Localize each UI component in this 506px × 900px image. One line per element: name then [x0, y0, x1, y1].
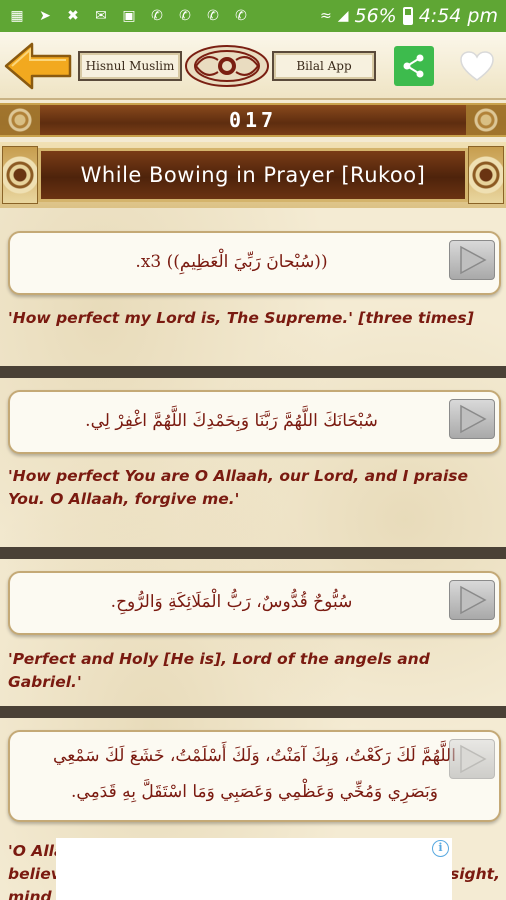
- favorite-button[interactable]: [457, 48, 497, 84]
- play-icon: [460, 404, 487, 434]
- whatsapp-icon: ✆: [207, 8, 219, 24]
- whatsapp-icon: ✆: [179, 8, 191, 24]
- ornament-icon: [2, 146, 38, 204]
- share-button[interactable]: [394, 46, 434, 86]
- dua-card: اللَّهُمَّ لَكَ رَكَعْتُ، وَبِكَ آمَنْتُ…: [8, 730, 501, 822]
- divider: [0, 547, 506, 559]
- message-icon: ▦: [10, 8, 24, 24]
- translation-text: sight,: [450, 863, 500, 886]
- status-bar: ▦ ➤ ✖ ✉ ▣ ✆ ✆ ✆ ✆ ≈ ◢ 56% 4:54 pm: [0, 0, 506, 32]
- missed-call-icon: ✖: [67, 8, 79, 24]
- translation-fragment: believ: [8, 865, 61, 883]
- dua-card: ((سُبْحانَ رَبِّيَ الْعَظِيمِ)) x3.: [8, 231, 501, 295]
- chapter-title-frame: While Bowing in Prayer [Rukoo]: [38, 148, 468, 202]
- chapter-number-bar: 017: [0, 103, 506, 137]
- ad-banner[interactable]: [56, 838, 452, 900]
- dua-list: ((سُبْحانَ رَبِّيَ الْعَظِيمِ)) x3. 'How…: [0, 208, 506, 900]
- translation-text: 'How perfect You are O Allaah, our Lord,…: [8, 467, 469, 508]
- divider: [0, 706, 506, 718]
- battery-percent: 56%: [354, 5, 397, 27]
- corner-ornament-icon: [466, 105, 506, 135]
- translation-fragment: sight,: [450, 865, 500, 883]
- whatsapp-icon: ✆: [235, 8, 247, 24]
- arabic-text-line-1: اللَّهُمَّ لَكَ رَكَعْتُ، وَبِكَ آمَنْتُ…: [53, 746, 456, 766]
- translation-fragment: mind: [8, 888, 52, 900]
- corner-ornament-icon: [0, 105, 40, 135]
- back-arrow-icon: [4, 42, 72, 90]
- chapter-number: 017: [228, 108, 278, 132]
- mail-icon: ✉: [95, 8, 107, 24]
- ornament-icon: [468, 146, 504, 204]
- whatsapp-icon: ✆: [151, 8, 163, 24]
- heart-icon: [460, 51, 494, 81]
- play-button[interactable]: [449, 240, 495, 280]
- play-icon: [460, 744, 487, 774]
- app-title-right: Bilal App: [272, 51, 376, 81]
- battery-icon: [402, 7, 413, 25]
- arabic-text: سُبْحَانَكَ اللَّهُمَّ رَبَّنَا وَبِحَمْ…: [85, 411, 378, 431]
- navigation-icon: ➤: [39, 8, 51, 24]
- play-icon: [460, 585, 487, 615]
- chapter-title-bar: While Bowing in Prayer [Rukoo]: [0, 142, 506, 208]
- play-icon: [460, 245, 487, 275]
- wifi-icon: ≈: [319, 8, 332, 24]
- translation-text: 'Perfect and Holy [He is], Lord of the a…: [8, 650, 430, 691]
- arabic-text: سُبُّوحٌ قُدُّوسٌ، رَبُّ الْمَلَائِكَةِ …: [110, 592, 353, 612]
- chapter-title: While Bowing in Prayer [Rukoo]: [80, 163, 426, 187]
- signal-icon: ◢: [337, 8, 349, 24]
- ornament-icon: [185, 45, 269, 87]
- translation-text: 'How perfect my Lord is, The Supreme.' […: [8, 309, 474, 327]
- gallery-icon: ▣: [122, 8, 136, 24]
- play-button[interactable]: [449, 580, 495, 620]
- app-header: Hisnul Muslim Bilal App: [0, 32, 506, 100]
- play-button[interactable]: [449, 739, 495, 779]
- back-button[interactable]: [4, 40, 74, 92]
- dua-card: سُبْحَانَكَ اللَّهُمَّ رَبَّنَا وَبِحَمْ…: [8, 390, 501, 454]
- share-icon: [403, 54, 424, 78]
- clock: 4:54 pm: [418, 5, 498, 27]
- app-title-left: Hisnul Muslim: [78, 51, 182, 81]
- notification-icons: ▦ ➤ ✖ ✉ ▣ ✆ ✆ ✆ ✆: [8, 8, 250, 24]
- arabic-text-line-2: وَبَصَرِي وَمُخِّي وَعَظْمِي وَعَصَبِي و…: [71, 782, 438, 802]
- system-status: ≈ ◢ 56% 4:54 pm: [320, 5, 498, 27]
- play-button[interactable]: [449, 399, 495, 439]
- dua-card: سُبُّوحٌ قُدُّوسٌ، رَبُّ الْمَلَائِكَةِ …: [8, 571, 501, 635]
- ad-info-icon[interactable]: i: [432, 840, 449, 857]
- arabic-text: ((سُبْحانَ رَبِّيَ الْعَظِيمِ)) x3.: [135, 252, 328, 272]
- divider: [0, 366, 506, 378]
